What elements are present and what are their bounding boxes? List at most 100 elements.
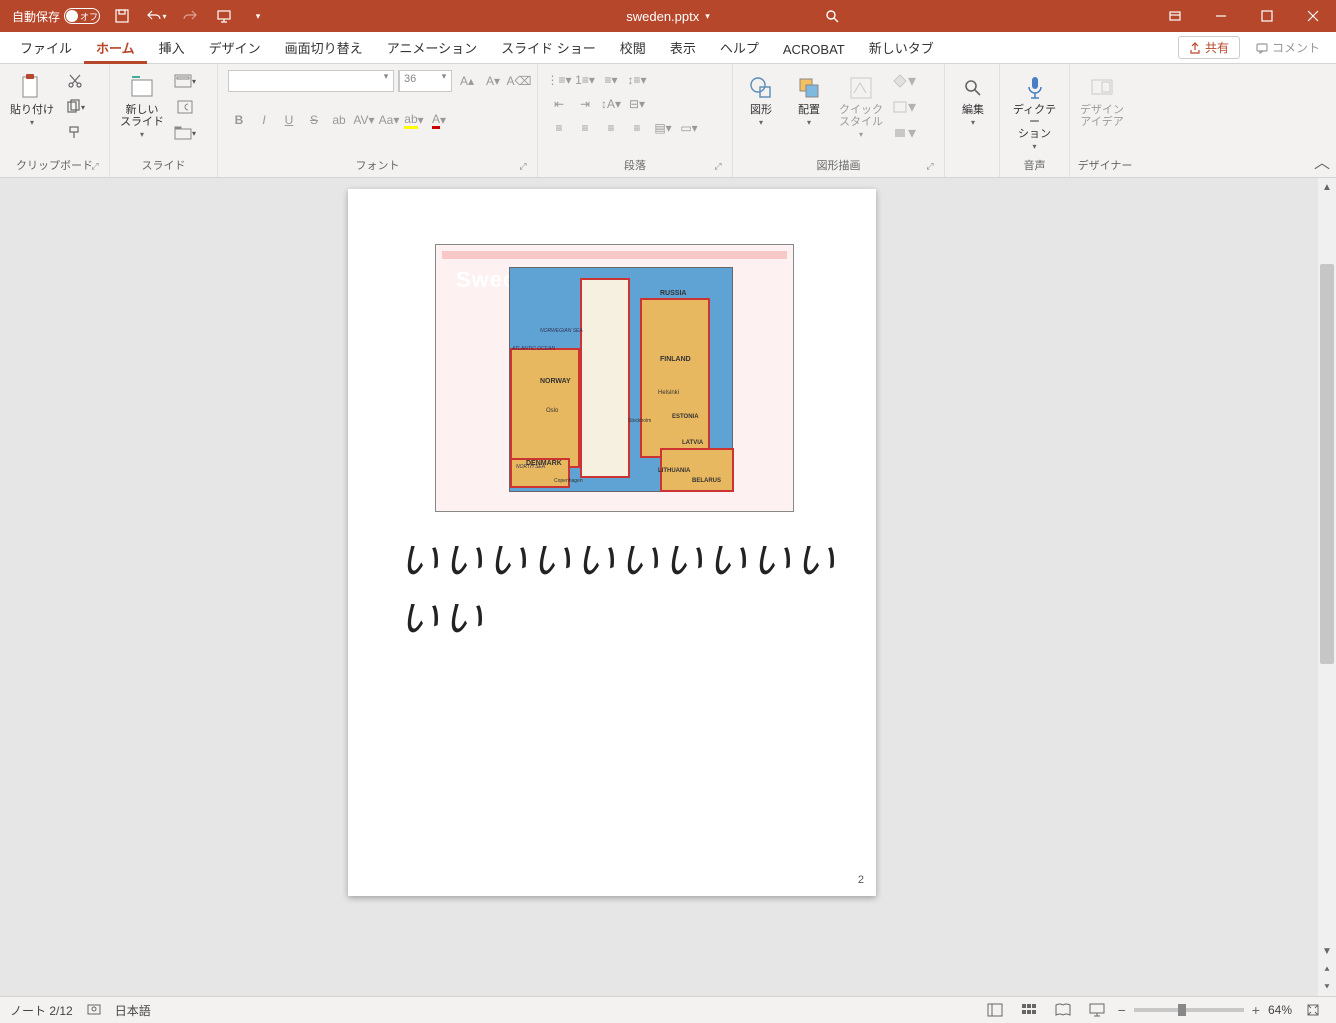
align-center-button[interactable]: ≡ [574, 118, 596, 138]
notes-text[interactable]: いいいいいいいいいいいい [399, 528, 876, 644]
columns-button[interactable]: ▤▾ [652, 118, 674, 138]
increase-font-icon[interactable]: A▴ [456, 71, 478, 91]
drawing-launcher-icon[interactable]: ⤢ [924, 161, 936, 173]
strikethrough-button[interactable]: S [303, 110, 325, 130]
vertical-scrollbar[interactable]: ▲ ▼ ⯅ ⯆ [1318, 178, 1336, 996]
autosave-toggle[interactable]: 自動保存 オフ [12, 8, 100, 25]
section-icon[interactable]: ▾ [172, 122, 198, 144]
highlight-button[interactable]: ab▾ [403, 110, 425, 130]
comment-button[interactable]: コメント [1248, 37, 1328, 58]
scroll-down-icon[interactable]: ▼ [1318, 942, 1336, 960]
qat-customize-icon[interactable]: ▾ [246, 4, 270, 28]
font-color-button[interactable]: A▾ [428, 110, 450, 130]
font-name-combo[interactable]: ▾ [228, 70, 394, 92]
shapes-button[interactable]: 図形▾ [739, 70, 783, 131]
tab-newtab[interactable]: 新しいタブ [857, 32, 946, 64]
line-spacing-button[interactable]: ↕≡▾ [626, 70, 648, 90]
decrease-font-icon[interactable]: A▾ [482, 71, 504, 91]
ribbon-display-options-icon[interactable] [1152, 0, 1198, 32]
maximize-button[interactable] [1244, 0, 1290, 32]
change-case-button[interactable]: Aa▾ [378, 110, 400, 130]
shape-outline-icon[interactable]: ▾ [891, 96, 917, 118]
list-level-button[interactable]: ≡▾ [600, 70, 622, 90]
reset-icon[interactable] [172, 96, 198, 118]
title-dropdown-icon[interactable]: ▾ [705, 11, 710, 22]
editing-button[interactable]: 編集▾ [951, 70, 995, 131]
text-direction-button[interactable]: ↕A▾ [600, 94, 622, 114]
clear-format-icon[interactable]: A⌫ [508, 71, 530, 91]
collapse-ribbon-icon[interactable]: ︿ [1314, 149, 1330, 173]
numbering-button[interactable]: 1≡▾ [574, 70, 596, 90]
paste-button[interactable]: 貼り付け ▾ [6, 70, 58, 131]
cut-icon[interactable] [62, 70, 88, 92]
slide-sorter-view-icon[interactable] [1016, 1000, 1042, 1020]
undo-button[interactable]: ▾ [144, 4, 168, 28]
slideshow-view-icon[interactable] [1084, 1000, 1110, 1020]
slideshow-from-start-icon[interactable] [212, 4, 236, 28]
paragraph-launcher-icon[interactable]: ⤢ [712, 161, 724, 173]
tab-help[interactable]: ヘルプ [708, 32, 771, 64]
dictate-button[interactable]: ディクテー ション▾ [1006, 70, 1063, 155]
shape-effects-icon[interactable]: ▾ [891, 122, 917, 144]
scroll-up-icon[interactable]: ▲ [1318, 178, 1336, 196]
tab-slideshow[interactable]: スライド ショー [489, 32, 608, 64]
tab-file[interactable]: ファイル [8, 32, 84, 64]
accessibility-icon[interactable] [87, 1002, 101, 1019]
ribbon-tabs: ファイル ホーム 挿入 デザイン 画面切り替え アニメーション スライド ショー… [0, 32, 1336, 64]
smartart-button[interactable]: ▭▾ [678, 118, 700, 138]
layout-icon[interactable]: ▾ [172, 70, 198, 92]
next-slide-icon[interactable]: ⯆ [1318, 978, 1336, 996]
tab-review[interactable]: 校閲 [608, 32, 658, 64]
underline-button[interactable]: U [278, 110, 300, 130]
bullets-button[interactable]: ⋮≡▾ [548, 70, 570, 90]
tab-acrobat[interactable]: ACROBAT [771, 36, 857, 64]
save-icon[interactable] [110, 4, 134, 28]
copy-icon[interactable]: ▾ [62, 96, 88, 118]
fit-to-window-icon[interactable] [1300, 1000, 1326, 1020]
arrange-button[interactable]: 配置▾ [787, 70, 831, 131]
prev-slide-icon[interactable]: ⯅ [1318, 960, 1336, 978]
tab-animations[interactable]: アニメーション [375, 32, 489, 64]
tab-home[interactable]: ホーム [84, 32, 147, 64]
zoom-in-button[interactable]: + [1252, 1002, 1260, 1018]
clipboard-launcher-icon[interactable]: ⤢ [89, 161, 101, 173]
slide-thumbnail[interactable]: Sweden MAP RUSSIA FINLAND Helsinki ESTON… [435, 244, 794, 512]
quick-styles-button[interactable]: クイック スタイル▾ [835, 70, 887, 143]
format-painter-icon[interactable] [62, 122, 88, 144]
close-button[interactable] [1290, 0, 1336, 32]
notes-page[interactable]: Sweden MAP RUSSIA FINLAND Helsinki ESTON… [348, 189, 876, 896]
align-right-button[interactable]: ≡ [600, 118, 622, 138]
toggle-switch[interactable]: オフ [64, 8, 100, 24]
tab-insert[interactable]: 挿入 [147, 32, 197, 64]
bold-button[interactable]: B [228, 110, 250, 130]
font-size-combo[interactable]: 36▾ [398, 70, 452, 92]
shadow-button[interactable]: ab [328, 110, 350, 130]
design-ideas-button[interactable]: デザイン アイデア [1076, 70, 1128, 132]
zoom-slider[interactable] [1134, 1008, 1244, 1012]
minimize-button[interactable] [1198, 0, 1244, 32]
tab-view[interactable]: 表示 [658, 32, 708, 64]
align-left-button[interactable]: ≡ [548, 118, 570, 138]
tab-transitions[interactable]: 画面切り替え [273, 32, 375, 64]
share-button[interactable]: 共有 [1178, 36, 1240, 59]
status-language[interactable]: 日本語 [115, 1002, 151, 1019]
redo-button[interactable] [178, 4, 202, 28]
status-section[interactable]: ノート 2/12 [10, 1002, 73, 1019]
decrease-indent-button[interactable]: ⇤ [548, 94, 570, 114]
new-slide-button[interactable]: 新しい スライド ▾ [116, 70, 168, 143]
font-launcher-icon[interactable]: ⤢ [517, 161, 529, 173]
justify-button[interactable]: ≡ [626, 118, 648, 138]
italic-button[interactable]: I [253, 110, 275, 130]
shape-fill-icon[interactable]: ▾ [891, 70, 917, 92]
char-spacing-button[interactable]: AV▾ [353, 110, 375, 130]
zoom-out-button[interactable]: − [1118, 1002, 1126, 1018]
scrollbar-thumb[interactable] [1320, 264, 1334, 664]
zoom-percent[interactable]: 64% [1268, 1003, 1292, 1017]
reading-view-icon[interactable] [1050, 1000, 1076, 1020]
tab-design[interactable]: デザイン [197, 32, 273, 64]
normal-view-icon[interactable] [982, 1000, 1008, 1020]
align-text-button[interactable]: ⊟▾ [626, 94, 648, 114]
map-label: ATLANTIC OCEAN [512, 346, 555, 352]
search-icon[interactable] [820, 4, 844, 28]
increase-indent-button[interactable]: ⇥ [574, 94, 596, 114]
